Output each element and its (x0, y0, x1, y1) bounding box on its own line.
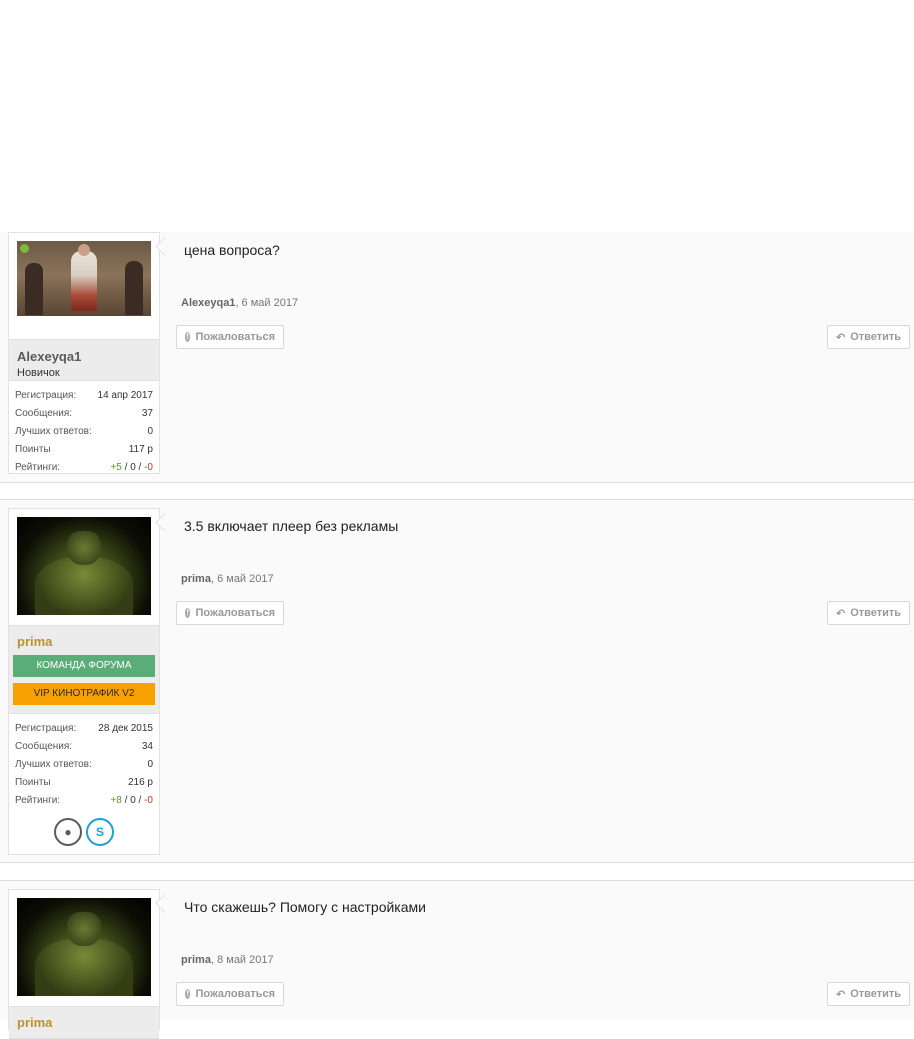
team-badge: КОМАНДА ФОРУМА (13, 655, 155, 677)
rating-minus: -0 (144, 462, 153, 473)
stat-label: Поинты (15, 777, 51, 788)
meta-date[interactable]: , 8 май 2017 (211, 954, 274, 966)
reply-icon: ↶ (836, 988, 846, 1001)
meta-date[interactable]: , 6 май 2017 (235, 297, 298, 309)
stat-value: 14 апр 2017 (97, 390, 153, 401)
author-card: Alexeyqa1 Новичок Регистрация: 14 апр 201… (8, 232, 160, 474)
report-button[interactable]: ! Пожаловаться (176, 325, 284, 349)
divider (0, 862, 914, 863)
reply-button[interactable]: ↶ Ответить (827, 601, 910, 625)
stat-label: Поинты (15, 444, 51, 455)
post-message: Что скажешь? Помогу с настройками (184, 899, 426, 915)
reply-button[interactable]: ↶ Ответить (827, 325, 910, 349)
username[interactable]: Alexeyqa1 (17, 340, 151, 364)
divider (0, 482, 914, 483)
username[interactable]: prima (13, 1015, 155, 1030)
reply-icon: ↶ (836, 331, 846, 344)
post-1: Alexeyqa1 Новичок Регистрация: 14 апр 201… (0, 232, 914, 482)
stat-value: 0 (147, 759, 153, 770)
stat-value: 34 (141, 741, 153, 752)
alert-icon: ! (185, 608, 191, 618)
stat-value: 216 р (127, 777, 153, 788)
stat-value: 37 (141, 408, 153, 419)
skype-icon[interactable]: S (86, 818, 114, 846)
stat-value: 28 дек 2015 (98, 723, 153, 734)
stat-value: 0 (147, 426, 153, 437)
post-meta: prima, 6 май 2017 (181, 573, 274, 585)
stat-label: Лучших ответов: (15, 759, 92, 770)
alert-icon: ! (185, 332, 191, 342)
report-label: Пожаловаться (195, 607, 275, 619)
stat-label: Рейтинги: (15, 462, 61, 473)
user-stats: Регистрация: 28 дек 2015 Сообщения: 34 Луч… (9, 714, 159, 814)
report-label: Пожаловаться (195, 988, 275, 1000)
report-button[interactable]: ! Пожаловаться (176, 601, 284, 625)
reply-icon: ↶ (836, 607, 846, 620)
rating-neutral: / 0 / (121, 795, 145, 806)
reply-label: Ответить (850, 607, 902, 619)
meta-date[interactable]: , 6 май 2017 (211, 573, 274, 585)
stat-label: Сообщения: (15, 408, 73, 419)
post-2: prima КОМАНДА ФОРУМА VIP КИНОТРАФИК V2 Р… (0, 500, 914, 862)
online-indicator (20, 244, 29, 253)
user-icon[interactable]: ● (54, 818, 82, 846)
user-stats: Регистрация: 14 апр 2017 Сообщения: 37 Луч… (9, 381, 159, 481)
rating-plus: +8 (110, 795, 122, 806)
post-message: 3.5 включает плеер без рекламы (184, 518, 399, 534)
post-meta: prima, 8 май 2017 (181, 954, 274, 966)
stat-value: 117 р (128, 444, 153, 455)
alert-icon: ! (185, 989, 191, 999)
avatar[interactable] (17, 898, 151, 996)
rating-value: +8 / 0 / -0 (110, 792, 153, 810)
rating-value: +5 / 0 / -0 (110, 459, 153, 477)
reply-label: Ответить (850, 988, 902, 1000)
meta-author[interactable]: Alexeyqa1 (181, 297, 235, 309)
user-rank: Новичок (17, 367, 60, 379)
report-label: Пожаловаться (195, 331, 275, 343)
post-message: цена вопроса? (184, 242, 280, 258)
rating-neutral: / 0 / (121, 462, 145, 473)
author-card: prima КОМАНДА ФОРУМА VIP КИНОТРАФИК V2 Р… (8, 508, 160, 855)
avatar[interactable] (17, 517, 151, 615)
author-card: prima (8, 889, 160, 1039)
stat-label: Сообщения: (15, 741, 73, 752)
post-meta: Alexeyqa1, 6 май 2017 (181, 297, 298, 309)
stat-label: Рейтинги: (15, 795, 61, 806)
avatar[interactable] (17, 241, 151, 316)
report-button[interactable]: ! Пожаловаться (176, 982, 284, 1006)
stat-label: Регистрация: (15, 723, 77, 734)
rating-minus: -0 (144, 795, 153, 806)
post-3: prima Что скажешь? Помогу с настройками … (0, 881, 914, 1039)
vip-badge: VIP КИНОТРАФИК V2 (13, 683, 155, 705)
username[interactable]: prima (13, 634, 155, 649)
reply-button[interactable]: ↶ Ответить (827, 982, 910, 1006)
contact-icons: ● S (9, 814, 159, 854)
rating-plus: +5 (110, 462, 122, 473)
stat-label: Лучших ответов: (15, 426, 92, 437)
stat-label: Регистрация: (15, 390, 77, 401)
meta-author[interactable]: prima (181, 954, 211, 966)
reply-label: Ответить (850, 331, 902, 343)
meta-author[interactable]: prima (181, 573, 211, 585)
